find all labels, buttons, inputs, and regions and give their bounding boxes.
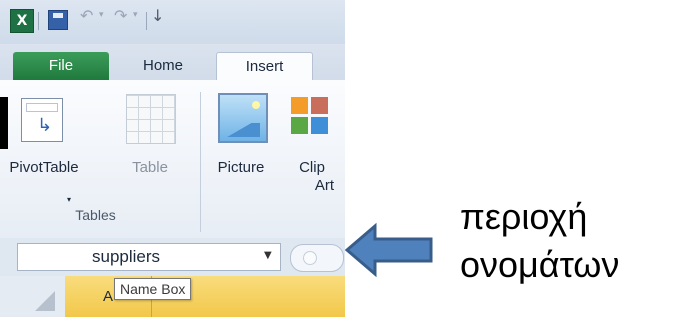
name-box-value[interactable]: suppliers: [92, 247, 160, 267]
ribbon-insert-panel: PivotTable ▾ Table Tables Picture Clip A…: [0, 80, 345, 239]
table-button-label: Table: [132, 159, 168, 176]
name-box-tooltip: Name Box: [114, 278, 192, 300]
annotation-line2: ονομάτων: [460, 244, 620, 285]
toolbar-divider: [146, 12, 147, 30]
annotation-line1: περιοχή: [460, 196, 588, 237]
tab-file[interactable]: File: [13, 52, 109, 80]
select-all-corner[interactable]: [0, 276, 66, 317]
pivottable-icon[interactable]: [21, 98, 63, 142]
name-box[interactable]: suppliers ▼: [17, 243, 281, 271]
redo-dropdown-icon[interactable]: ▾: [133, 10, 138, 20]
quick-access-toolbar: X ↶ ▾ ↷ ▾ ↓: [0, 0, 345, 44]
redo-icon[interactable]: ↷: [114, 6, 127, 25]
group-divider: [200, 92, 201, 232]
pointer-arrow-icon: [345, 222, 433, 278]
formula-bar-resize-handle[interactable]: [290, 244, 344, 272]
pivottable-button-label[interactable]: PivotTable: [4, 159, 84, 177]
tab-home[interactable]: Home: [128, 52, 198, 80]
excel-logo-icon[interactable]: X: [10, 9, 34, 33]
toolbar-divider: [38, 12, 39, 30]
ribbon-tab-row: File Home Insert: [0, 44, 345, 82]
clipart-tile: [311, 117, 328, 134]
clipart-label-line1: Clip: [299, 159, 325, 176]
undo-dropdown-icon[interactable]: ▾: [99, 10, 104, 20]
clipart-label-line2: Art: [314, 177, 334, 194]
group-label-tables: Tables: [75, 207, 116, 223]
customize-toolbar-icon[interactable]: ↓: [151, 6, 164, 25]
tab-insert[interactable]: Insert: [216, 52, 313, 82]
picture-icon[interactable]: [218, 93, 268, 143]
name-box-dropdown-icon[interactable]: ▼: [264, 250, 272, 261]
table-icon: [126, 94, 176, 144]
clipart-tile: [291, 97, 308, 114]
clipart-tile: [291, 117, 308, 134]
clipart-icon[interactable]: [291, 97, 331, 135]
clipart-button-label[interactable]: Clip Art: [290, 159, 334, 195]
save-icon[interactable]: [48, 10, 68, 30]
arrow-shape: [345, 222, 433, 278]
clipart-tile: [311, 97, 328, 114]
picture-button-label[interactable]: Picture: [208, 159, 274, 177]
crop-edge-marker: [0, 97, 8, 149]
excel-window-crop: X ↶ ▾ ↷ ▾ ↓ File Home Insert PivotTable …: [0, 0, 345, 317]
formula-bar: suppliers ▼: [0, 238, 345, 276]
undo-icon[interactable]: ↶: [80, 6, 93, 25]
pivottable-dropdown-icon[interactable]: ▾: [67, 195, 71, 204]
annotation-label: περιοχή ονομάτων: [460, 193, 670, 289]
